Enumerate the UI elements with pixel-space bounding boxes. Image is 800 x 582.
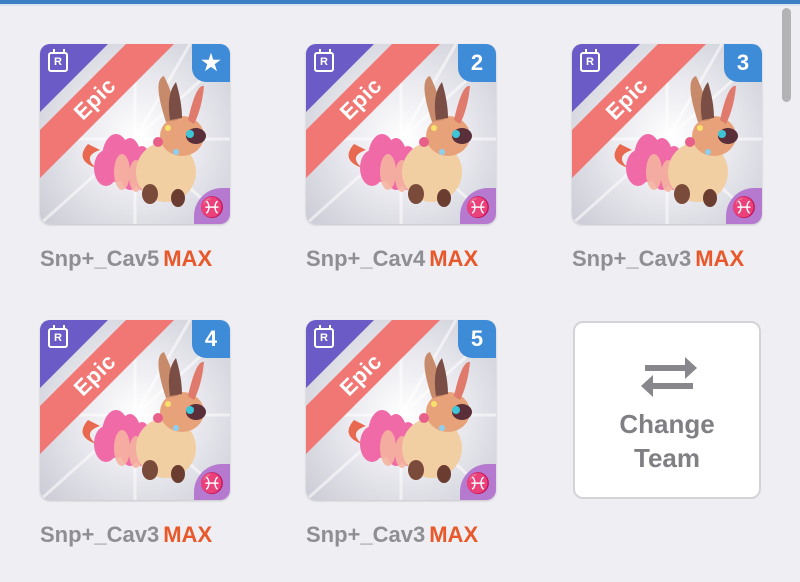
change-team-button[interactable]: Change Team: [573, 321, 761, 499]
star-icon: ★: [192, 44, 230, 82]
monster-name: Snp+_Cav3: [572, 246, 692, 271]
monster-name: Snp+_Cav5: [40, 246, 160, 271]
monster-portrait[interactable]: Epic R ★ ♓: [40, 44, 230, 224]
monster-portrait[interactable]: Epic R 5 ♓: [306, 320, 496, 500]
monster-portrait[interactable]: Epic R 4 ♓: [40, 320, 230, 500]
monster-portrait[interactable]: Epic R 2 ♓: [306, 44, 496, 224]
swap-arrows-icon: [641, 357, 697, 397]
slot-number-badge: 5: [458, 320, 496, 358]
level-max-tag: MAX: [163, 246, 213, 271]
level-max-tag: MAX: [695, 246, 745, 271]
slot-number-badge: 2: [458, 44, 496, 82]
scrollbar[interactable]: [782, 8, 791, 102]
level-max-tag: MAX: [429, 522, 479, 547]
top-divider-shadow: [0, 4, 800, 6]
monster-name: Snp+_Cav3: [40, 522, 160, 547]
level-max-tag: MAX: [429, 246, 479, 271]
monster-name-label: Snp+_Cav4 MAX: [306, 246, 526, 272]
calendar-r-icon: R: [48, 49, 68, 72]
monster-name: Snp+_Cav3: [306, 522, 426, 547]
monster-portrait[interactable]: Epic R 3 ♓: [572, 44, 762, 224]
monster-name: Snp+_Cav4: [306, 246, 426, 271]
calendar-r-icon: R: [48, 325, 68, 348]
calendar-r-icon: R: [314, 325, 334, 348]
change-team-label: Change Team: [619, 409, 715, 473]
monster-name-label: Snp+_Cav3 MAX: [40, 522, 260, 548]
level-max-tag: MAX: [163, 522, 213, 547]
slot-number-badge: 4: [192, 320, 230, 358]
monster-name-label: Snp+_Cav3 MAX: [572, 246, 792, 272]
slot-number-badge: 3: [724, 44, 762, 82]
calendar-r-icon: R: [580, 49, 600, 72]
monster-name-label: Snp+_Cav3 MAX: [306, 522, 526, 548]
calendar-r-icon: R: [314, 49, 334, 72]
monster-name-label: Snp+_Cav5 MAX: [40, 246, 260, 272]
